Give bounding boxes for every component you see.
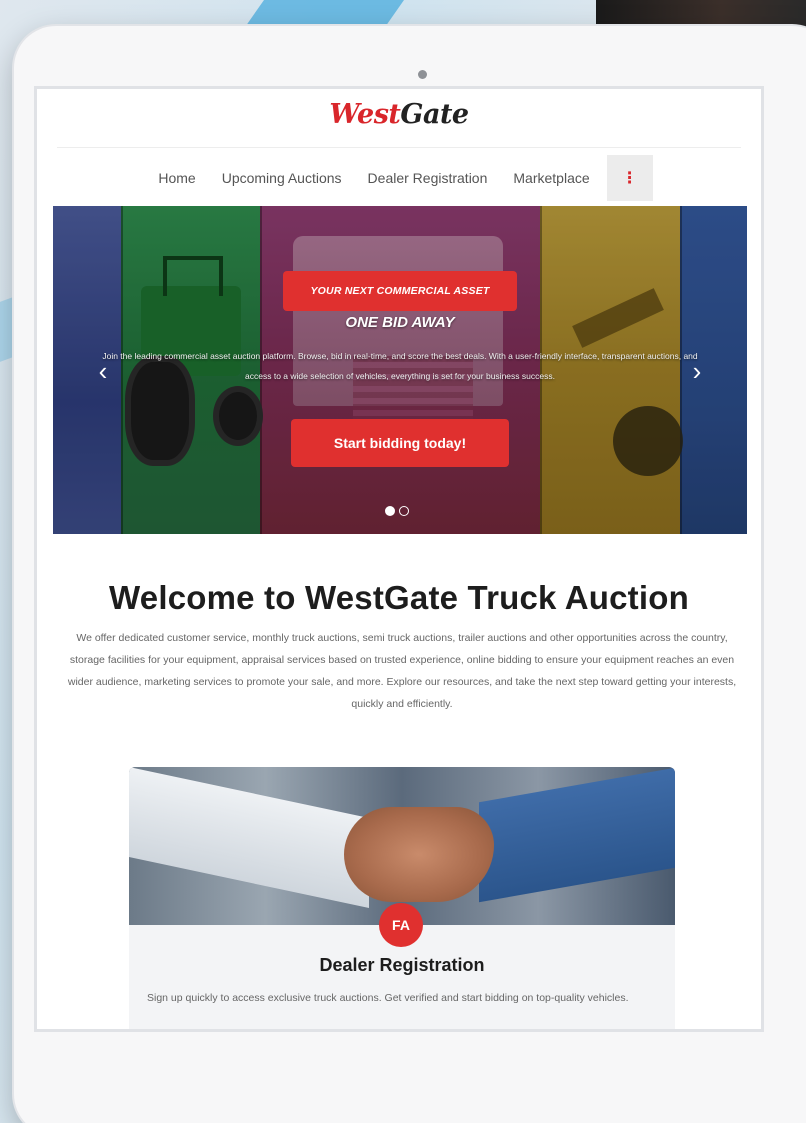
- hero-subtitle: ONE BID AWAY: [345, 314, 455, 331]
- chevron-right-icon[interactable]: ›: [685, 356, 709, 386]
- hero-badge: YOUR NEXT COMMERCIAL ASSET: [283, 271, 517, 311]
- nav-dealer-registration[interactable]: Dealer Registration: [355, 155, 501, 201]
- dealer-registration-card[interactable]: FA Dealer Registration Sign up quickly t…: [129, 767, 675, 1029]
- hero-carousel: YOUR NEXT COMMERCIAL ASSET ONE BID AWAY …: [53, 206, 747, 534]
- site-logo[interactable]: WestGate: [37, 99, 761, 130]
- handshake-sleeve-left: [129, 767, 369, 909]
- dealer-card-title[interactable]: Dealer Registration: [129, 955, 675, 976]
- camera-icon: [418, 70, 427, 79]
- handshake-image: [129, 767, 675, 925]
- main-nav: Home Upcoming Auctions Dealer Registrati…: [37, 155, 761, 201]
- logo-gate: Gate: [400, 99, 469, 130]
- dealer-icon: FA: [379, 903, 423, 947]
- handshake-hands: [344, 807, 494, 902]
- carousel-dot-2[interactable]: [399, 506, 409, 516]
- chevron-left-icon[interactable]: ‹: [91, 356, 115, 386]
- tablet-screen: WestGate Home Upcoming Auctions Dealer R…: [34, 86, 764, 1032]
- start-bidding-button[interactable]: Start bidding today!: [291, 419, 509, 467]
- hero-description: Join the leading commercial asset auctio…: [102, 351, 698, 381]
- nav-home[interactable]: Home: [145, 155, 208, 201]
- welcome-body: We offer dedicated customer service, mon…: [67, 632, 737, 710]
- nav-upcoming-auctions[interactable]: Upcoming Auctions: [209, 155, 355, 201]
- header-divider: [57, 147, 741, 148]
- carousel-dot-1[interactable]: [385, 506, 395, 516]
- logo-west: West: [329, 99, 401, 130]
- handshake-sleeve-right: [479, 767, 675, 903]
- carousel-dots: [385, 506, 409, 516]
- more-menu-icon[interactable]: ⋮: [606, 155, 653, 201]
- nav-marketplace[interactable]: Marketplace: [500, 155, 602, 201]
- dealer-card-description: Sign up quickly to access exclusive truc…: [147, 992, 629, 1004]
- welcome-title: Welcome to WestGate Truck Auction: [109, 579, 689, 616]
